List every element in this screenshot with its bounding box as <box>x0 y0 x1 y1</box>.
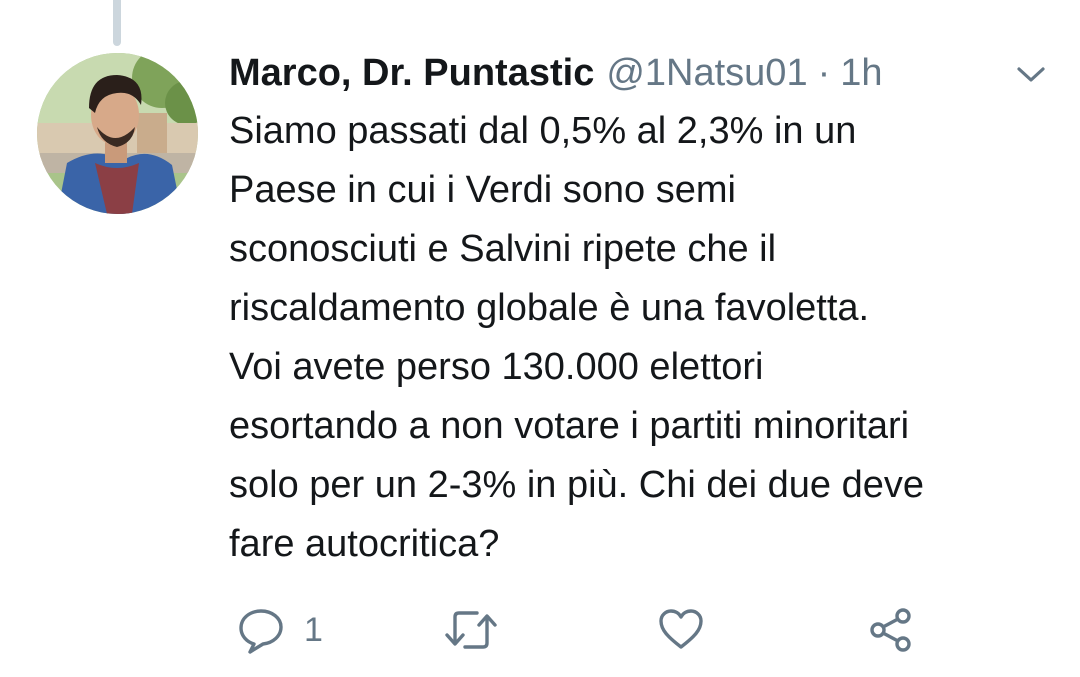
retweet-icon <box>445 611 497 649</box>
header-separator: · <box>817 52 831 94</box>
tweet-text: Siamo passati dal 0,5% al 2,3% in un Pae… <box>229 110 925 565</box>
tweet-header: Marco, Dr. Puntastic @1Natsu01 · 1h <box>229 50 883 96</box>
like-button[interactable] <box>658 600 704 660</box>
chevron-down-icon <box>1017 67 1045 82</box>
tweet-actions-bar: 1 <box>0 600 1080 660</box>
share-button[interactable] <box>866 600 916 660</box>
avatar[interactable] <box>37 53 198 214</box>
reply-count: 1 <box>304 611 323 649</box>
reply-icon <box>239 609 283 654</box>
display-name[interactable]: Marco, Dr. Puntastic <box>229 50 594 96</box>
user-handle[interactable]: @1Natsu01 <box>606 50 807 96</box>
reply-button[interactable]: 1 <box>236 600 323 660</box>
retweet-button[interactable] <box>443 600 499 660</box>
thread-connector-line <box>113 0 121 46</box>
timestamp[interactable]: 1h <box>840 50 882 96</box>
avatar-photo <box>37 53 198 214</box>
heart-icon <box>659 609 703 649</box>
tweet-options-button[interactable] <box>1008 60 1054 90</box>
share-icon <box>870 608 911 652</box>
